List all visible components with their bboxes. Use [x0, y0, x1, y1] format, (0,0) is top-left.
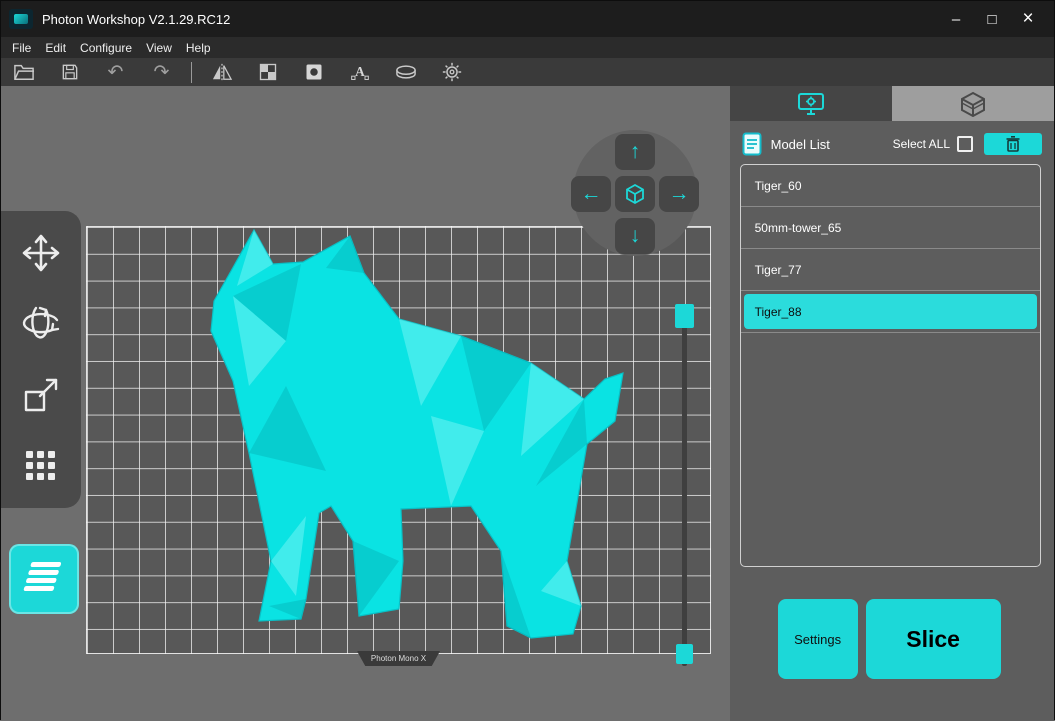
menu-bar: File Edit Configure View Help	[1, 37, 1054, 58]
select-all-checkbox[interactable]	[957, 136, 973, 152]
model-list-header: Model List Select ALL	[730, 124, 1054, 164]
text-icon: A	[350, 62, 370, 82]
slice-view-button[interactable]	[9, 544, 79, 614]
toolbar: ↶ ↷ A	[1, 58, 1054, 86]
checker-icon	[258, 62, 278, 82]
document-icon	[742, 132, 762, 156]
z-slider-top-handle[interactable]	[675, 304, 694, 328]
delete-model-button[interactable]	[984, 133, 1042, 155]
move-tool-button[interactable]	[9, 220, 73, 286]
window-controls: – □ ×	[938, 5, 1046, 33]
save-icon	[60, 62, 80, 82]
text-button[interactable]: A	[343, 59, 376, 85]
minimize-button[interactable]: –	[938, 5, 974, 33]
checker-button[interactable]	[251, 59, 284, 85]
punch-hole-button[interactable]	[297, 59, 330, 85]
punch-hole-icon	[304, 62, 324, 82]
tab-print-settings[interactable]	[730, 86, 892, 121]
nav-up-button[interactable]: ↑	[615, 134, 655, 170]
move-icon	[20, 232, 62, 274]
menu-help[interactable]: Help	[179, 39, 218, 57]
slice-button[interactable]: Slice	[866, 599, 1001, 679]
model-list-row[interactable]: Tiger_88	[744, 294, 1037, 329]
redo-icon: ↷	[154, 63, 170, 82]
scale-tool-button[interactable]	[9, 362, 73, 428]
select-all-label: Select ALL	[893, 137, 950, 151]
open-button[interactable]	[7, 59, 40, 85]
viewport-3d[interactable]: Photon Mono X	[1, 86, 730, 721]
z-slider-bottom-handle[interactable]	[676, 644, 693, 664]
menu-configure[interactable]: Configure	[73, 39, 139, 57]
maximize-button[interactable]: □	[974, 5, 1010, 33]
sliced-box-icon	[959, 91, 987, 117]
nav-left-button[interactable]: ←	[571, 176, 611, 212]
app-icon	[9, 9, 33, 29]
title-bar: Photon Workshop V2.1.29.RC12 – □ ×	[1, 1, 1054, 37]
svg-text:A: A	[355, 64, 365, 79]
model-list-row[interactable]: Tiger_60	[741, 165, 1040, 206]
toolbar-separator	[191, 62, 192, 83]
array-tool-button[interactable]	[9, 433, 73, 499]
gear-icon	[441, 61, 463, 83]
mirror-icon	[211, 62, 233, 82]
transform-tool-palette	[1, 211, 81, 508]
close-button[interactable]: ×	[1010, 5, 1046, 33]
rotate-icon	[19, 303, 63, 345]
nav-right-button[interactable]: →	[659, 176, 699, 212]
mirror-button[interactable]	[205, 59, 238, 85]
model-list-row[interactable]: Tiger_77	[741, 249, 1040, 290]
model-list-row[interactable]: 50mm-tower_65	[741, 207, 1040, 248]
array-icon	[21, 446, 61, 486]
redo-button[interactable]: ↷	[145, 59, 178, 85]
nav-cube-button[interactable]	[615, 176, 655, 212]
trash-icon	[1006, 136, 1020, 152]
view-cube-icon	[623, 182, 647, 206]
menu-view[interactable]: View	[139, 39, 179, 57]
save-button[interactable]	[53, 59, 86, 85]
model-list-title: Model List	[771, 137, 830, 152]
menu-edit[interactable]: Edit	[38, 39, 73, 57]
monitor-gear-icon	[796, 91, 826, 117]
scale-icon	[20, 374, 62, 416]
rotate-tool-button[interactable]	[9, 291, 73, 357]
z-slider-track[interactable]	[682, 314, 687, 666]
undo-button[interactable]: ↶	[99, 59, 132, 85]
undo-icon: ↶	[108, 63, 124, 82]
cylinder-icon	[394, 62, 418, 82]
right-panel: Model List Select ALL Tiger_60 50mm-towe…	[730, 86, 1054, 721]
panel-tabs	[730, 86, 1054, 121]
tab-slice-preview[interactable]	[892, 86, 1054, 121]
window-title: Photon Workshop V2.1.29.RC12	[42, 12, 230, 27]
menu-file[interactable]: File	[5, 39, 38, 57]
settings-button[interactable]: Settings	[778, 599, 858, 679]
cylinder-button[interactable]	[389, 59, 422, 85]
layers-icon	[21, 557, 67, 601]
nav-down-button[interactable]: ↓	[615, 218, 655, 254]
open-folder-icon	[13, 62, 35, 82]
rotate-gear-button[interactable]	[435, 59, 468, 85]
model-list: Tiger_60 50mm-tower_65 Tiger_77 Tiger_88	[740, 164, 1041, 567]
